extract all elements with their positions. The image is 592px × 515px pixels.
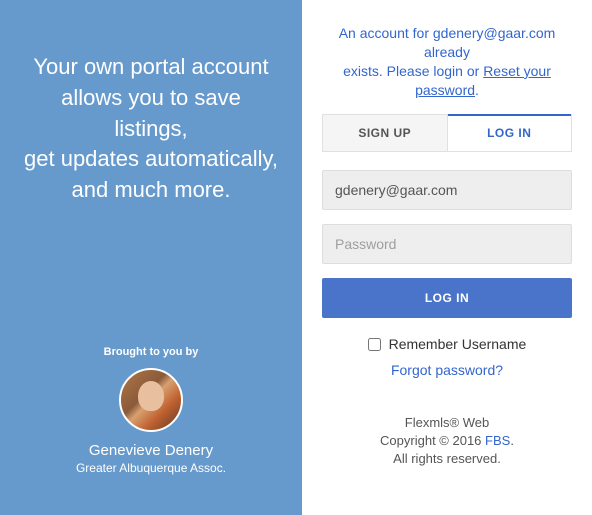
remember-username-label: Remember Username [389,336,527,352]
footer: Flexmls® Web Copyright © 2016 FBS. All r… [322,414,572,469]
footer-copyright: Copyright © 2016 FBS. [322,432,572,450]
headline-line-4: and much more. [72,177,231,202]
notice-text-3: exists. Please login or [343,63,483,79]
email-field[interactable] [322,170,572,210]
promo-headline: Your own portal account allows you to sa… [24,52,278,206]
notice-text-1: An account for [339,25,433,41]
remember-username-checkbox[interactable] [368,338,381,351]
headline-line-1: Your own portal account [33,54,268,79]
notice-email: gdenery@gaar.com [433,25,555,41]
fbs-link[interactable]: FBS [485,433,510,448]
agent-org: Greater Albuquerque Assoc. [24,461,278,475]
agent-avatar [119,368,183,432]
tab-signup[interactable]: SIGN UP [323,115,448,151]
forgot-password-link[interactable]: Forgot password? [322,362,572,378]
brought-by-label: Brought to you by [24,346,278,358]
headline-line-3: get updates automatically, [24,146,278,171]
promo-panel: Your own portal account allows you to sa… [0,0,302,515]
auth-tabs: SIGN UP LOG IN [322,114,572,152]
tab-login[interactable]: LOG IN [448,114,572,151]
remember-username-row: Remember Username [322,336,572,352]
auth-panel: An account for gdenery@gaar.com already … [302,0,592,515]
login-button[interactable]: LOG IN [322,278,572,318]
footer-product: Flexmls® Web [322,414,572,432]
password-field[interactable] [322,224,572,264]
headline-line-2: allows you to save listings, [61,85,241,141]
notice-period: . [475,82,479,98]
footer-rights: All rights reserved. [322,450,572,468]
account-exists-notice: An account for gdenery@gaar.com already … [322,24,572,100]
agent-name: Genevieve Denery [24,442,278,459]
notice-text-2: already [424,44,470,60]
